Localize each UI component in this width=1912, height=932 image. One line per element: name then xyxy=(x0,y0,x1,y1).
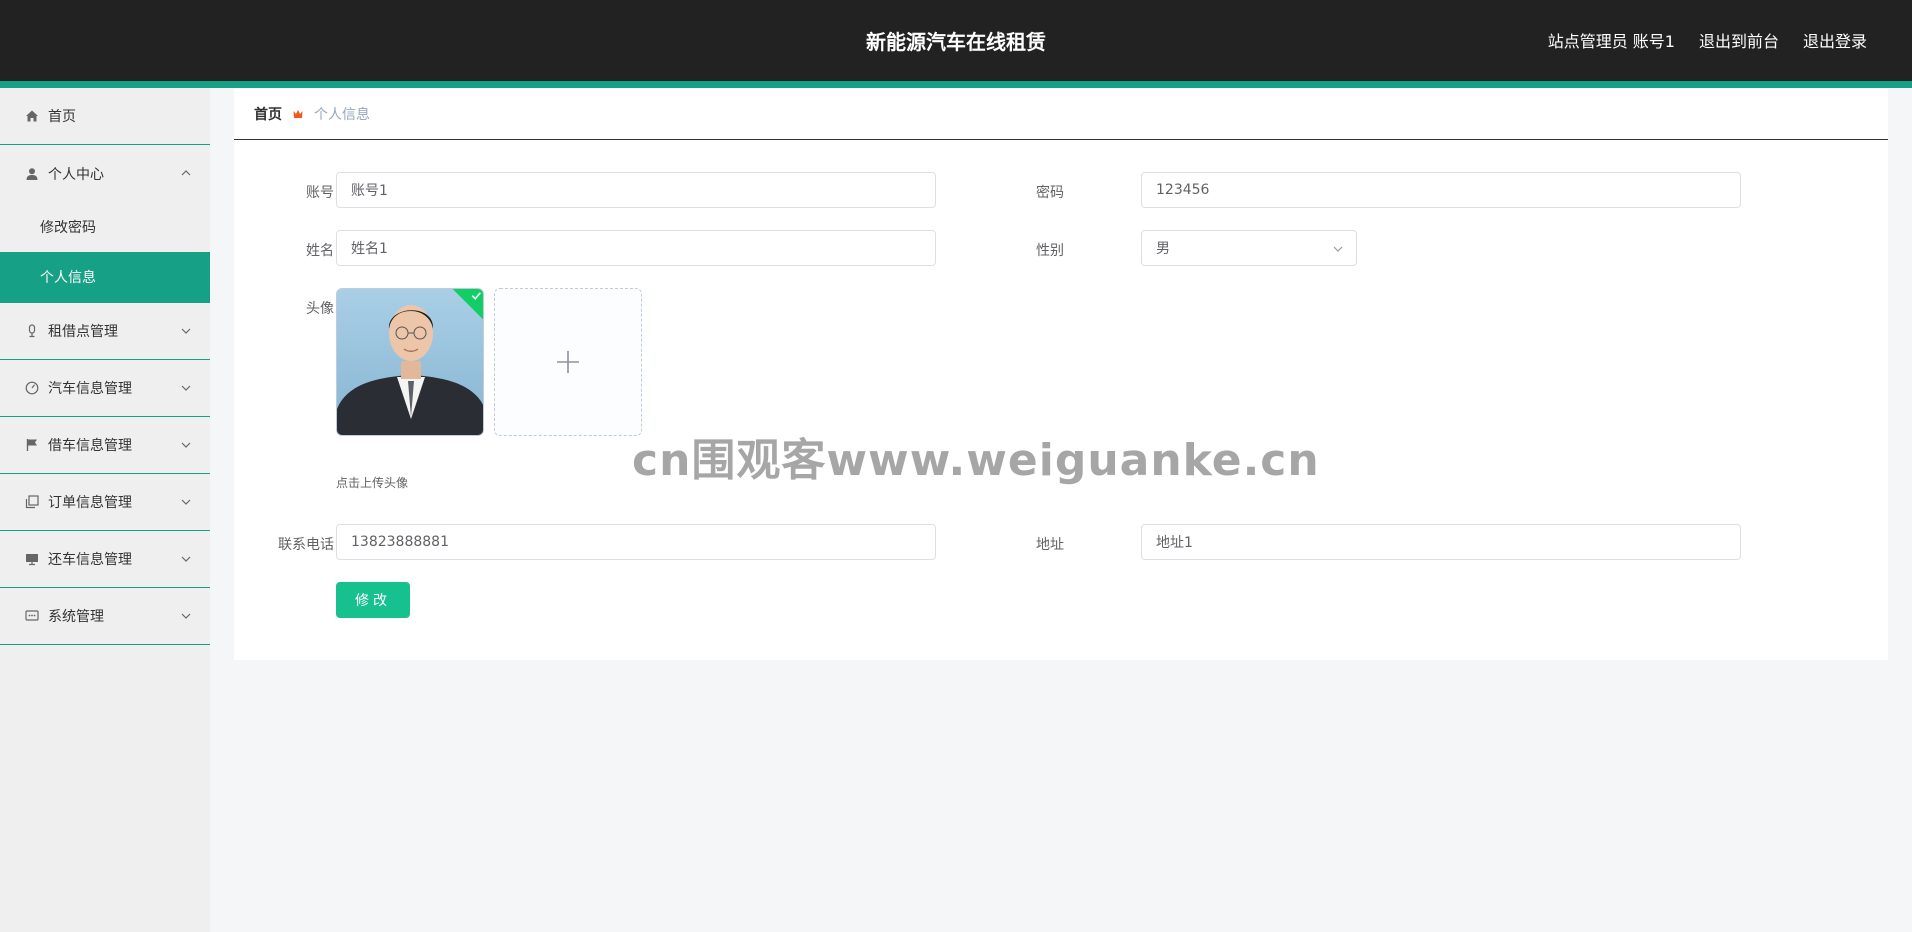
chevron-down-icon xyxy=(180,553,192,565)
phone-label: 联系电话 xyxy=(278,537,334,553)
account-value: 账号1 xyxy=(351,183,388,199)
chevron-down-icon xyxy=(180,382,192,394)
sidebar-item-borrow-info[interactable]: 借车信息管理 xyxy=(0,417,210,474)
microphone-icon xyxy=(24,323,40,339)
main-panel: 首页 个人信息 账号 账号1 密码 123456 姓名 姓名1 性别 男 头像 xyxy=(234,88,1888,660)
sidebar-item-label: 首页 xyxy=(48,109,76,125)
chevron-down-icon xyxy=(180,610,192,622)
breadcrumb-current: 个人信息 xyxy=(314,106,370,123)
chevron-up-icon xyxy=(180,167,192,179)
header-actions: 站点管理员 账号1 退出到前台 退出登录 xyxy=(1548,28,1867,52)
gauge-icon xyxy=(24,380,40,396)
sidebar-item-system[interactable]: 系统管理 xyxy=(0,588,210,645)
copy-icon xyxy=(24,494,40,510)
home-icon xyxy=(24,108,40,124)
avatar-upload-button[interactable] xyxy=(494,288,642,436)
sidebar-item-label: 还车信息管理 xyxy=(48,552,132,568)
logout-link[interactable]: 退出登录 xyxy=(1803,28,1867,52)
password-label: 密码 xyxy=(1036,185,1064,201)
sidebar-item-label: 租借点管理 xyxy=(48,324,118,340)
gender-value: 男 xyxy=(1156,241,1170,257)
name-value: 姓名1 xyxy=(351,241,388,257)
sidebar-item-label: 订单信息管理 xyxy=(48,495,132,511)
sidebar-subitem-label: 修改密码 xyxy=(40,220,96,236)
chat-dots-icon xyxy=(24,608,40,624)
to-front-link[interactable]: 退出到前台 xyxy=(1699,28,1779,52)
sidebar-item-label: 汽车信息管理 xyxy=(48,381,132,397)
sidebar-group-personal-center: 个人中心 修改密码 个人信息 xyxy=(0,145,210,303)
phone-value: 13823888881 xyxy=(351,534,449,550)
sidebar: 首页 个人中心 修改密码 个人信息 租借点管理 汽车信息管理 借车信息管理 订单… xyxy=(0,88,210,932)
chevron-down-icon xyxy=(1332,243,1344,255)
address-input[interactable]: 地址1 xyxy=(1141,524,1741,560)
current-user-label: 站点管理员 账号1 xyxy=(1547,32,1675,51)
monitor-icon xyxy=(24,551,40,567)
sidebar-item-rental-points[interactable]: 租借点管理 xyxy=(0,303,210,360)
name-label: 姓名 xyxy=(306,243,334,259)
password-value: 123456 xyxy=(1156,182,1210,198)
sidebar-item-car-info[interactable]: 汽车信息管理 xyxy=(0,360,210,417)
crown-separator-icon xyxy=(292,108,304,120)
user-icon xyxy=(24,166,40,182)
sidebar-subitem-personal-info[interactable]: 个人信息 xyxy=(0,252,210,302)
avatar-image[interactable] xyxy=(336,288,484,436)
sidebar-item-return-info[interactable]: 还车信息管理 xyxy=(0,531,210,588)
address-label: 地址 xyxy=(1036,537,1064,553)
phone-input[interactable]: 13823888881 xyxy=(336,524,936,560)
account-input[interactable]: 账号1 xyxy=(336,172,936,208)
avatar-label: 头像 xyxy=(306,301,334,317)
sidebar-item-label: 个人中心 xyxy=(48,166,104,183)
chevron-down-icon xyxy=(180,439,192,451)
top-header: 新能源汽车在线租赁 站点管理员 账号1 退出到前台 退出登录 xyxy=(0,0,1912,88)
sidebar-item-order-info[interactable]: 订单信息管理 xyxy=(0,474,210,531)
sidebar-item-personal-center[interactable]: 个人中心 xyxy=(0,145,210,202)
address-value: 地址1 xyxy=(1156,535,1193,551)
gender-select[interactable]: 男 xyxy=(1141,230,1357,266)
password-input[interactable]: 123456 xyxy=(1141,172,1741,208)
portrait-image xyxy=(337,289,483,435)
plus-icon xyxy=(557,351,579,373)
chevron-down-icon xyxy=(180,325,192,337)
chevron-down-icon xyxy=(180,496,192,508)
sidebar-item-label: 借车信息管理 xyxy=(48,438,132,454)
gender-label: 性别 xyxy=(1036,243,1064,259)
breadcrumb-home[interactable]: 首页 xyxy=(254,104,282,124)
flag-icon xyxy=(24,437,40,453)
avatar-upload-hint: 点击上传头像 xyxy=(336,476,409,490)
sidebar-subitem-change-password[interactable]: 修改密码 xyxy=(0,202,210,252)
sidebar-item-label: 系统管理 xyxy=(48,609,104,625)
breadcrumb: 首页 个人信息 xyxy=(234,88,1888,140)
name-input[interactable]: 姓名1 xyxy=(336,230,936,266)
account-label: 账号 xyxy=(306,185,334,201)
sidebar-item-home[interactable]: 首页 xyxy=(0,88,210,145)
check-icon xyxy=(471,292,481,300)
sidebar-subitem-label: 个人信息 xyxy=(40,269,96,286)
submit-button[interactable]: 修改 xyxy=(336,582,410,618)
